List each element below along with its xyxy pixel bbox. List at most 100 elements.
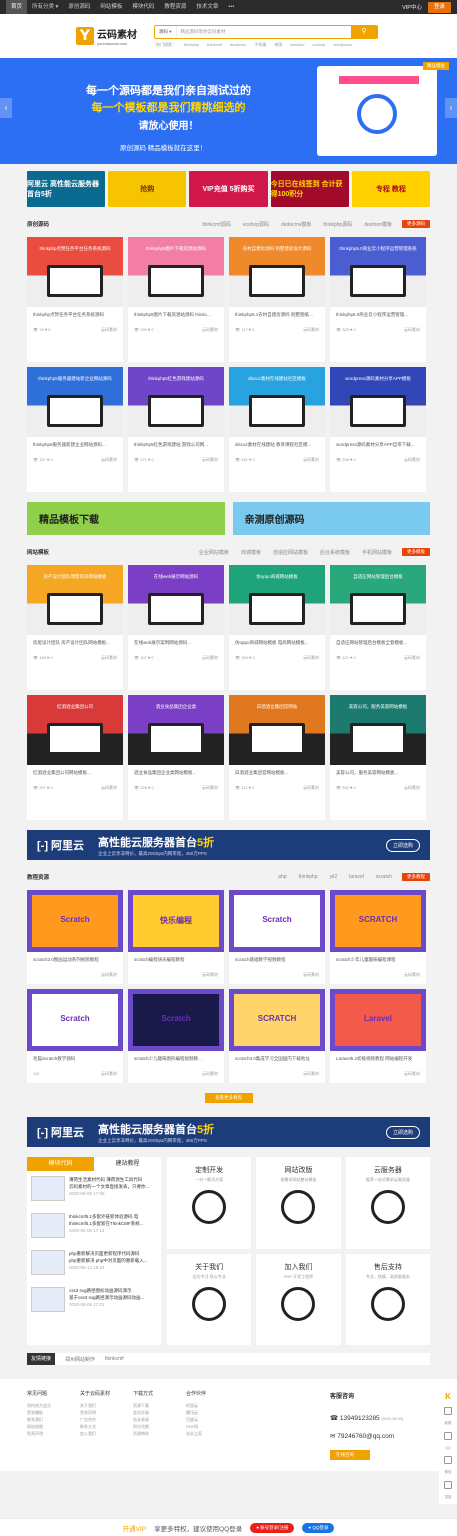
hot-word[interactable]: ecshop bbox=[313, 42, 326, 48]
card-author[interactable]: 云码素材 bbox=[101, 972, 117, 978]
service-box[interactable]: 云服务器 推荐一站式需求云服务器 bbox=[345, 1157, 430, 1249]
login-button[interactable]: 登录 bbox=[427, 1, 451, 13]
code-list-item[interactable]: css3 svg路径图标动画源码演示 基于css3 svg路径演示动画源码动画..… bbox=[27, 1282, 161, 1319]
product-card[interactable]: 白酒酒业集团官网站 白酒酒业集团官网站模板... 👁 112 ♥ 0 云码素材 bbox=[229, 695, 325, 820]
tutorial-card[interactable]: SCRATCH scratch3.0集成学习全国国内下载地址 云码素材 bbox=[229, 989, 325, 1083]
section-tab[interactable]: scratch bbox=[376, 874, 392, 880]
card-caption[interactable]: thinkphp5服务器新建企业网站源码... bbox=[27, 437, 123, 453]
tutorial-card[interactable]: Scratch scratch2.0图画运动系列视频教程 云码素材 bbox=[27, 890, 123, 984]
product-card[interactable]: 美容公司，服务美容网站模板 美容公司，服务美容网站模板... 👁 332 ♥ 0 云码… bbox=[330, 695, 426, 820]
tutorial-card[interactable]: Laravel Laravel5.2初级视频教程 网站编程开发 云码素材 bbox=[330, 989, 426, 1083]
search-type-select[interactable]: 源码 ▾ bbox=[155, 25, 177, 38]
section-tab[interactable]: dedecms模板 bbox=[281, 221, 311, 228]
card-author[interactable]: 云码素材 bbox=[303, 457, 319, 463]
search-input[interactable]: 精品源码等你云码素材 bbox=[177, 26, 351, 38]
nav-item[interactable]: 原创源码 bbox=[63, 0, 95, 14]
card-author[interactable]: 云码素材 bbox=[303, 1071, 319, 1077]
card-author[interactable]: 云码素材 bbox=[303, 655, 319, 661]
card-caption[interactable]: scratch2.0图画运动系列视频教程 bbox=[27, 952, 123, 968]
code-list-item[interactable]: php重新解决页面更新程序代码源码 php重新解决 php中对页面的重新载入...… bbox=[27, 1245, 161, 1282]
card-author[interactable]: 云码素材 bbox=[101, 457, 117, 463]
footer-link[interactable]: 站长收录 bbox=[133, 1416, 186, 1423]
section-tab[interactable]: laravel bbox=[349, 874, 364, 880]
promo-template-banner[interactable]: 精品模板下载 bbox=[27, 502, 225, 535]
hot-word[interactable]: 帝国 bbox=[274, 42, 282, 48]
product-card[interactable]: 仿oppo商城网站模板 仿oppo商城网站模板 电商网站模板... 👁 150 ♥ … bbox=[229, 565, 325, 690]
card-caption[interactable]: 白酒酒业集团官网站模板... bbox=[229, 765, 325, 781]
card-caption[interactable]: 酒业食品集团企业类网站模板... bbox=[128, 765, 224, 781]
section-tab[interactable]: 手机网站模板 bbox=[362, 549, 392, 556]
code-title[interactable]: 薄荷生活素材代码 薄荷源生工具代码 bbox=[69, 1176, 149, 1183]
nav-item[interactable]: 所有分类 ▾ bbox=[27, 0, 63, 14]
hot-word[interactable]: 手机端 bbox=[254, 42, 266, 48]
product-card[interactable]: thinkphp5服务器建站新企业网站源码 thinkphp5服务器新建企业网站源… bbox=[27, 367, 123, 492]
code-list-item[interactable]: 薄荷生活素材代码 薄荷源生工具代码 云码素材的一个文章直接发表，只要你... 202… bbox=[27, 1171, 161, 1208]
nav-item[interactable]: ••• bbox=[223, 0, 239, 14]
card-caption[interactable]: thinkphp5图片下载资源站源码 thinkc... bbox=[128, 307, 224, 323]
card-author[interactable]: 云码素材 bbox=[202, 327, 218, 333]
code-title[interactable]: php重新解决页面更新程序代码源码 bbox=[69, 1250, 148, 1257]
tutorial-card[interactable]: Scratch scratch基础教学视频教程 云码素材 bbox=[229, 890, 325, 984]
hero-banner[interactable]: ‹ › 精品模板 每一个源码都是我们亲自测试过的 每一个模板都是我们精挑细选的 … bbox=[0, 58, 457, 164]
section-tab[interactable]: ecshop源码 bbox=[243, 221, 269, 228]
section-tab[interactable]: yii2 bbox=[330, 874, 338, 880]
code-list-item[interactable]: thinkcmf5.1多套外链新体验源码 电 thinkcmf5.1多套新在Thi… bbox=[27, 1208, 161, 1245]
sidebar-label[interactable]: QQ bbox=[445, 1446, 450, 1450]
card-author[interactable]: 云码素材 bbox=[404, 785, 420, 791]
sidebar-icon[interactable] bbox=[444, 1432, 452, 1440]
footer-link[interactable]: 网站地图 bbox=[27, 1423, 80, 1430]
footer-link[interactable]: 资源审核 bbox=[133, 1430, 186, 1437]
sidebar-label[interactable]: 微信 bbox=[445, 1470, 452, 1475]
footer-link[interactable]: 关于我们 bbox=[80, 1402, 133, 1409]
card-caption[interactable]: wordpress源码素材分享APP自带下载... bbox=[330, 437, 426, 453]
product-card[interactable]: thinkphp5红色游戏建站源码 thinkphp5红色游戏建站 游戏公司网..… bbox=[128, 367, 224, 492]
card-author[interactable]: 云码素材 bbox=[404, 457, 420, 463]
product-card[interactable]: wordpress源码素材分享APP模板 wordpress源码素材分享APP自带… bbox=[330, 367, 426, 492]
card-author[interactable]: 云码素材 bbox=[404, 972, 420, 978]
footer-link[interactable]: 广告合作 bbox=[80, 1416, 133, 1423]
hot-word[interactable]: thinkcmf bbox=[207, 42, 222, 48]
site-logo[interactable]: Y 云码素材 yunmasucai.com bbox=[76, 26, 154, 46]
footer-link[interactable]: 联系我们 bbox=[27, 1416, 80, 1423]
sidebar-icon[interactable] bbox=[444, 1407, 452, 1415]
footer-link[interactable]: 会员升级 bbox=[133, 1409, 186, 1416]
section-tab[interactable]: 商城模板 bbox=[241, 549, 261, 556]
product-card[interactable]: 在线web展示网站源码 在线web展示案例网站源码... 👁 107 ♥ 0 云码素材 bbox=[128, 565, 224, 690]
card-caption[interactable]: 房屋设计团队 房产设计团队网站模板... bbox=[27, 635, 123, 651]
card-author[interactable]: 云码素材 bbox=[202, 972, 218, 978]
footer-link[interactable]: 百度云 bbox=[186, 1416, 239, 1423]
card-caption[interactable]: Laravel5.2初级视频教程 网站编程开发 bbox=[330, 1051, 426, 1067]
footer-link[interactable]: 站长之家 bbox=[186, 1430, 239, 1437]
footer-link[interactable]: 积分兑换 bbox=[133, 1423, 186, 1430]
product-card[interactable]: 自适应网站管理后台模板 自适应网站管理后台模板全套模板... 👁 121 ♥ 0 云码… bbox=[330, 565, 426, 690]
service-box[interactable]: 定制开发 一对一解决方案 bbox=[167, 1157, 252, 1249]
card-author[interactable]: 云码素材 bbox=[202, 655, 218, 661]
section-tab[interactable]: 企业网站模板 bbox=[199, 549, 229, 556]
card-caption[interactable]: thinkphp点赞任务平台任务系统源码 bbox=[27, 307, 123, 323]
nav-item[interactable]: 模块代码 bbox=[127, 0, 159, 14]
product-card[interactable]: 房产设计团队博客资讯网站模板 房屋设计团队 房产设计团队网站模板... 👁 148 … bbox=[27, 565, 123, 690]
footer-link[interactable]: 联系方式 bbox=[80, 1423, 133, 1430]
sidebar-icon[interactable] bbox=[444, 1481, 452, 1489]
nav-item[interactable]: 网站模板 bbox=[95, 0, 127, 14]
card-author[interactable]: 云码素材 bbox=[404, 655, 420, 661]
card-caption[interactable]: discuz素材在线建站 教育课程社区模... bbox=[229, 437, 325, 453]
section-tab[interactable]: destoon模板 bbox=[364, 221, 392, 228]
aliyun-banner-2[interactable]: [-] 阿里云 高性能云服务器首台5折 企业上云享非特价，最高20Gbps内网带… bbox=[27, 1117, 430, 1147]
tutorial-card[interactable]: Scratch 毛猫Scratch教学源码 114 云码素材 bbox=[27, 989, 123, 1083]
more-source-button[interactable]: 更多源码 bbox=[402, 220, 430, 228]
card-author[interactable]: 云码素材 bbox=[303, 327, 319, 333]
product-card[interactable]: thinkphp5.0商业云小程序运营管理系统 thinkphp5.0商业云小程序… bbox=[330, 237, 426, 362]
card-caption[interactable]: scratch基础教学视频教程 bbox=[229, 952, 325, 968]
section-tab[interactable]: thinkphp源码 bbox=[323, 221, 352, 228]
sidebar-k-icon[interactable]: K bbox=[445, 1392, 451, 1401]
card-caption[interactable]: scratch少儿趣味图形编程视频教... bbox=[128, 1051, 224, 1067]
card-caption[interactable]: 毛猫Scratch教学源码 bbox=[27, 1051, 123, 1067]
footer-link[interactable]: PHP网 bbox=[186, 1423, 239, 1430]
section-tab[interactable]: 后台系统模板 bbox=[320, 549, 350, 556]
ad-vip[interactable]: VIP充值 5折购买 bbox=[189, 171, 268, 207]
section-tab[interactable]: php bbox=[278, 874, 286, 880]
card-caption[interactable]: 红酒酒业集团公司网站模板... bbox=[27, 765, 123, 781]
card-author[interactable]: 云码素材 bbox=[303, 785, 319, 791]
card-author[interactable]: 云码素材 bbox=[202, 1071, 218, 1077]
